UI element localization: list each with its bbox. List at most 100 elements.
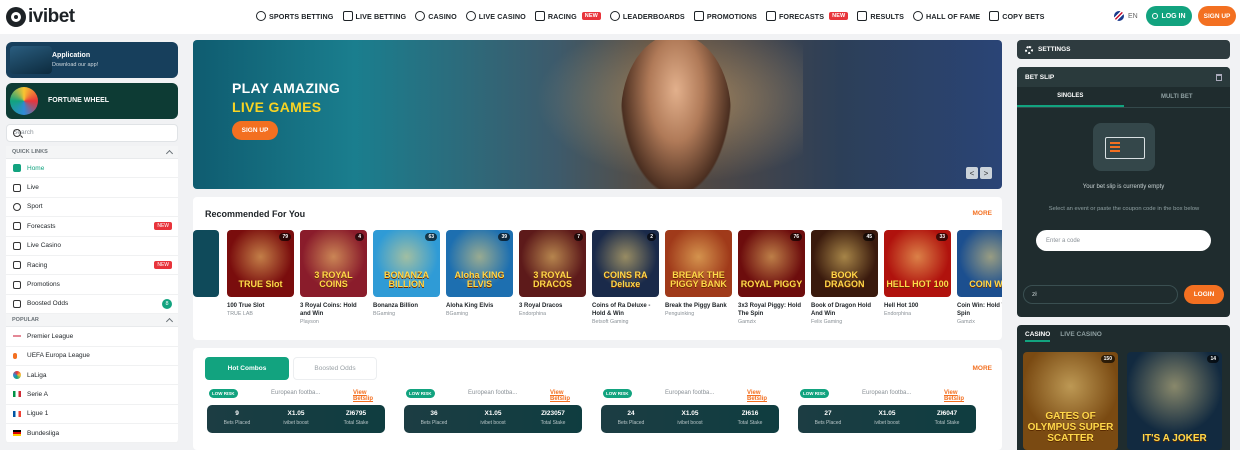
sidebar-item-promotions[interactable]: Promotions (6, 275, 178, 295)
sidebar-item-serie-a[interactable]: Serie A (6, 385, 178, 405)
view-betslip-link[interactable]: View Betslip (353, 390, 387, 402)
game-card[interactable]: BOOK DRAGON 45 Book of Dragon Hold And Win… (811, 230, 878, 325)
game-thumbnail[interactable]: TRUE Slot 79 (227, 230, 294, 297)
tab-hot-combos[interactable]: Hot Combos (205, 357, 289, 380)
nav-racing[interactable]: RACING NEW (534, 11, 601, 21)
sidebar-item-ligue-1[interactable]: Ligue 1 (6, 405, 178, 425)
combo-card[interactable]: LOW RISK European footba... View Betslip 24… (601, 388, 781, 438)
tab-multi-bet[interactable]: MULTI BET (1124, 87, 1231, 107)
tab-casino[interactable]: CASINO (1025, 331, 1051, 342)
game-card[interactable]: TRUE Slot 79 100 True Slot TRUE LAB (227, 230, 294, 325)
ivibet-logo[interactable]: ivibet (6, 6, 75, 28)
nav-copy-bets[interactable]: COPY BETS (989, 11, 1044, 21)
game-thumb-partial[interactable] (193, 230, 219, 297)
nav-casino[interactable]: CASINO (415, 11, 457, 21)
nav-leaderboards[interactable]: LEADERBOARDS (609, 11, 685, 21)
search-icon[interactable] (13, 129, 21, 137)
settings-bar[interactable]: SETTINGS (1017, 40, 1230, 59)
coupon-code-input[interactable]: Enter a code (1036, 230, 1211, 251)
game-provider: BGaming (373, 311, 396, 317)
game-thumbnail[interactable]: 3 ROYAL COINS 4 (300, 230, 367, 297)
combo-card[interactable]: LOW RISK European footba... View Betslip 27… (798, 388, 978, 438)
app-promo-banner[interactable]: Application Download our app! (6, 42, 178, 78)
game-name: Hell Hot 100 (884, 303, 919, 309)
total-stake-value: Zł6047 (936, 410, 958, 417)
stake-input[interactable]: zł (1023, 285, 1178, 304)
horse-icon (534, 11, 545, 21)
sidebar-item-uefa-europa-league[interactable]: UEFA Europa League (6, 347, 178, 366)
game-card[interactable]: COIN WIN Coin Win: Hold The Spin Gamzix (957, 230, 1002, 325)
casino-game-thumbnail[interactable]: 150 GATES OF OLYMPUS SUPER SCATTER (1023, 352, 1118, 450)
trophy-icon (13, 352, 17, 359)
sidebar-item-boosted-odds[interactable]: Boosted Odds 8 (6, 295, 178, 315)
game-thumbnail[interactable]: COINS RA Deluxe 2 (592, 230, 659, 297)
more-link[interactable]: MORE (973, 365, 993, 372)
game-thumbnail[interactable]: BONANZA BILLION 63 (373, 230, 440, 297)
tab-singles[interactable]: SINGLES (1017, 87, 1124, 107)
bets-placed-value: 24 (627, 410, 635, 417)
nav-forecasts[interactable]: FORECASTS NEW (765, 11, 849, 21)
game-thumbnail[interactable]: BOOK DRAGON 45 (811, 230, 878, 297)
total-stake-value: Zł616 (741, 410, 759, 417)
more-link[interactable]: MORE (973, 210, 993, 217)
game-thumbnail[interactable]: ROYAL PIGGY 76 (738, 230, 805, 297)
game-thumbnail[interactable]: 3 ROYAL DRACOS 7 (519, 230, 586, 297)
wheel-icon (10, 87, 38, 115)
betslip-login-button[interactable]: LOGIN (1184, 285, 1224, 304)
forecast-icon (765, 11, 776, 21)
game-card[interactable]: 3 ROYAL COINS 4 3 Royal Coins: Hold and Wi… (300, 230, 367, 325)
sidebar-item-sport[interactable]: Sport (6, 198, 178, 218)
nav-promotions[interactable]: PROMOTIONS (693, 11, 757, 21)
sidebar-item-live[interactable]: Live (6, 178, 178, 198)
quick-links-header[interactable]: QUICK LINKS (6, 146, 178, 159)
tab-boosted-odds[interactable]: Boosted Odds (293, 357, 377, 380)
casino-game-thumbnail[interactable]: 14 IT'S A JOKER (1127, 352, 1222, 450)
sidebar-item-forecasts[interactable]: Forecasts NEW (6, 217, 178, 237)
game-name: Coin Win: Hold The Spin (957, 303, 1002, 317)
trash-icon[interactable] (1216, 73, 1222, 81)
game-card[interactable]: BREAK THE PIGGY BANK Break the Piggy Bank… (665, 230, 732, 325)
game-name: Break the Piggy Bank (665, 303, 727, 309)
sidebar-item-bundesliga[interactable]: Bundesliga (6, 424, 178, 444)
view-betslip-link[interactable]: View Betslip (550, 390, 584, 402)
game-name: 3 Royal Dracos (519, 303, 563, 309)
game-card[interactable]: BONANZA BILLION 63 Bonanza Billion BGaming (373, 230, 440, 325)
game-thumbnail[interactable]: COIN WIN (957, 230, 1002, 297)
prev-arrow-icon[interactable]: < (966, 167, 978, 179)
nav-live-betting[interactable]: LIVE BETTING (342, 11, 407, 21)
nav-results[interactable]: RESULTS (857, 11, 904, 21)
combo-league: European footba... (468, 390, 518, 396)
next-arrow-icon[interactable]: > (980, 167, 992, 179)
sidebar-item-racing[interactable]: Racing NEW (6, 256, 178, 276)
game-art-title: ROYAL PIGGY (740, 279, 803, 289)
game-card[interactable]: 3 ROYAL DRACOS 7 3 Royal Dracos Endorphina (519, 230, 586, 325)
signup-button[interactable]: SIGN UP (1198, 6, 1236, 26)
game-card[interactable]: HELL HOT 100 33 Hell Hot 100 Endorphina (884, 230, 951, 325)
combo-card[interactable]: LOW RISK European footba... View Betslip 36… (404, 388, 584, 438)
game-thumbnail[interactable]: Aloha KING ELVIS 39 (446, 230, 513, 297)
nav-sports-betting[interactable]: SPORTS BETTING (256, 11, 334, 21)
combo-card[interactable]: LOW RISK European footba... View Betslip 9 B… (207, 388, 387, 438)
hero-signup-button[interactable]: SIGN UP (232, 121, 278, 140)
view-betslip-link[interactable]: View Betslip (944, 390, 978, 402)
sidebar-item-laliga[interactable]: LaLiga (6, 366, 178, 386)
hero-banner[interactable]: PLAY AMAZING LIVE GAMES SIGN UP < > (193, 40, 1002, 189)
sidebar-item-live-casino[interactable]: Live Casino (6, 237, 178, 256)
game-card[interactable]: ROYAL PIGGY 76 3x3 Royal Piggy: Hold The S… (738, 230, 805, 325)
game-thumbnail[interactable]: BREAK THE PIGGY BANK (665, 230, 732, 297)
search-input[interactable]: Search (6, 124, 178, 142)
boost-value: X1.05 (681, 410, 699, 417)
sidebar-item-home[interactable]: Home (6, 159, 178, 179)
tab-live-casino[interactable]: LIVE CASINO (1060, 331, 1102, 342)
nav-hall-of-fame[interactable]: HALL OF FAME (913, 11, 980, 21)
sidebar-item-premier-league[interactable]: Premier League (6, 327, 178, 347)
game-card[interactable]: Aloha KING ELVIS 39 Aloha King Elvis BGamin… (446, 230, 513, 325)
login-button[interactable]: LOG IN (1146, 6, 1192, 26)
fortune-wheel-banner[interactable]: FORTUNE WHEEL (6, 83, 178, 119)
game-thumbnail[interactable]: HELL HOT 100 33 (884, 230, 951, 297)
popular-header[interactable]: POPULAR (6, 314, 178, 328)
nav-live-casino[interactable]: LIVE CASINO (465, 11, 526, 21)
language-selector[interactable]: EN (1114, 11, 1138, 21)
view-betslip-link[interactable]: View Betslip (747, 390, 781, 402)
game-card[interactable]: COINS RA Deluxe 2 Coins of Ra Deluxe - Hol… (592, 230, 659, 325)
